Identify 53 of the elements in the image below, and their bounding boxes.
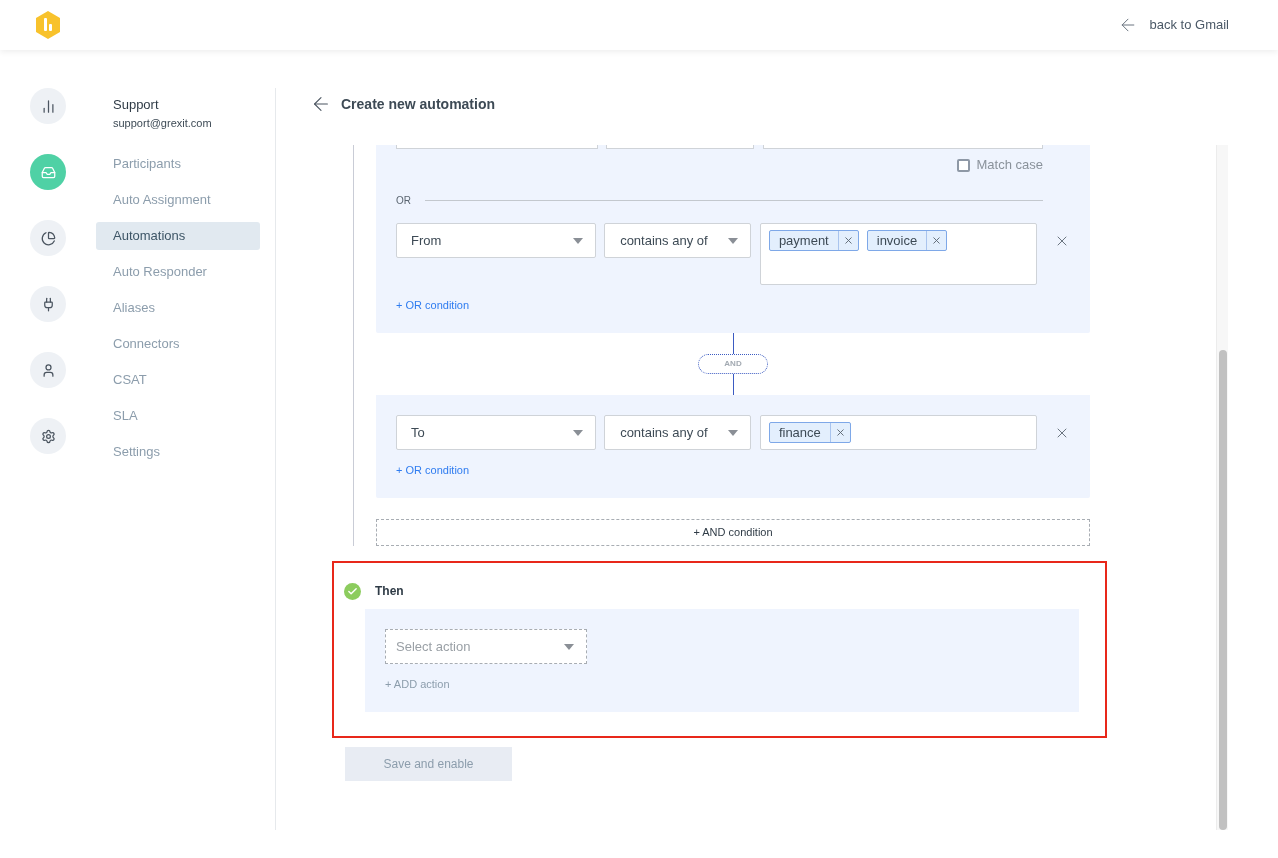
tag-chip: payment <box>768 230 859 251</box>
caret-icon <box>573 237 584 244</box>
pie-chart-icon <box>40 230 56 246</box>
nav-rail-button[interactable] <box>30 220 66 256</box>
tags-input[interactable]: finance <box>759 415 1037 450</box>
sidebar-item[interactable]: Auto Assignment <box>96 186 260 214</box>
sidebar-item[interactable]: SLA <box>96 402 260 430</box>
sidebar-item[interactable]: CSAT <box>96 366 260 394</box>
action-dropdown[interactable]: Select action <box>385 629 587 664</box>
tag-chip: finance <box>768 422 851 443</box>
scrollbar[interactable] <box>1216 145 1228 830</box>
inbox-email: support@grexit.com <box>113 116 213 130</box>
then-heading: Then <box>375 583 404 600</box>
value-input[interactable] <box>763 145 1043 149</box>
tags-input[interactable]: payment invoice <box>759 223 1037 285</box>
checkbox[interactable] <box>956 158 970 172</box>
caret-icon <box>564 643 574 650</box>
add-action-link[interactable]: + ADD action <box>385 676 450 692</box>
remove-tag-icon[interactable] <box>842 235 854 246</box>
back-to-gmail-link[interactable]: back to Gmail <box>1117 15 1229 35</box>
checkbox-label: Match case <box>976 156 1043 175</box>
sidebar-item[interactable]: Settings <box>96 438 260 466</box>
user-icon <box>40 362 56 378</box>
settings-icon <box>40 428 56 444</box>
nav-rail-button[interactable] <box>30 418 66 454</box>
operator-dropdown[interactable]: contains any of <box>604 223 751 258</box>
bar-chart-icon <box>40 98 56 114</box>
caret-icon <box>573 429 584 436</box>
remove-tag-icon[interactable] <box>931 235 943 246</box>
add-or-condition-link[interactable]: + OR condition <box>396 297 470 313</box>
inbox-icon <box>40 164 56 180</box>
field-dropdown[interactable]: To <box>396 415 597 450</box>
or-label: OR <box>396 193 411 208</box>
nav-rail-button[interactable] <box>30 352 66 388</box>
field-dropdown[interactable]: From <box>396 223 597 258</box>
remove-tag-icon[interactable] <box>834 427 846 438</box>
operator-dropdown[interactable]: contains any of <box>604 415 751 450</box>
caret-icon <box>727 237 738 244</box>
sidebar-item[interactable]: Connectors <box>96 330 260 358</box>
add-or-condition-link[interactable]: + OR condition <box>396 462 470 478</box>
add-and-condition-button[interactable]: + AND condition <box>376 519 1090 546</box>
sidebar-item[interactable]: Auto Responder <box>96 258 260 286</box>
page-title: Create new automation <box>341 94 496 114</box>
field-dropdown[interactable] <box>396 145 598 149</box>
sidebar-item[interactable]: Participants <box>96 150 260 178</box>
sidebar-item[interactable]: Aliases <box>96 294 260 322</box>
tag-chip: invoice <box>866 230 948 251</box>
app-logo <box>34 10 62 40</box>
inbox-title: Support <box>113 97 160 113</box>
caret-icon <box>727 429 738 436</box>
sidebar-item[interactable]: Automations <box>96 222 260 250</box>
nav-rail-button[interactable] <box>30 286 66 322</box>
and-connector: AND <box>698 354 768 374</box>
